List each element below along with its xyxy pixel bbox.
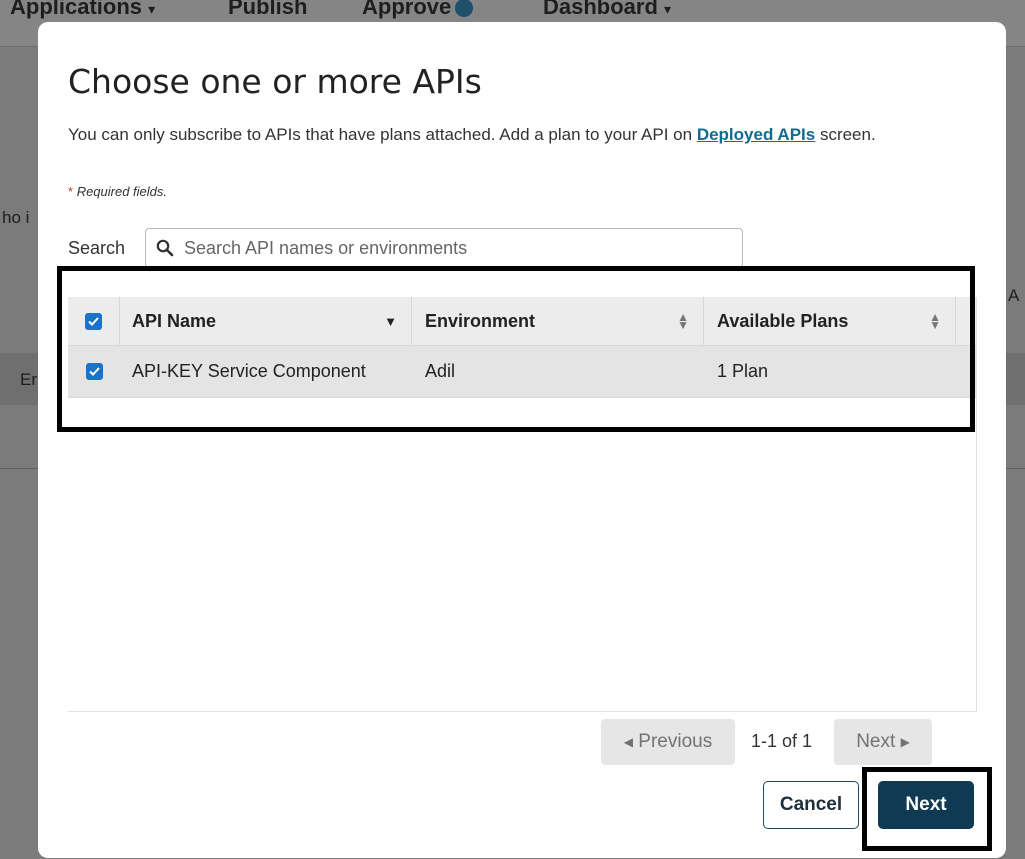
pagination-previous-button[interactable]: ◀ Previous bbox=[601, 719, 735, 765]
dialog-title: Choose one or more APIs bbox=[68, 62, 482, 101]
nav-publish[interactable]: Publish bbox=[228, 0, 307, 20]
cell-api-name: API-KEY Service Component bbox=[132, 361, 366, 381]
nav-applications[interactable]: Applications ▾ bbox=[10, 0, 155, 20]
pagination-next-button[interactable]: Next ▶ bbox=[834, 719, 932, 765]
next-button[interactable]: Next bbox=[878, 781, 974, 829]
background-text-fragment: A bbox=[1008, 286, 1020, 305]
sort-icon: ▲ ▼ bbox=[677, 310, 689, 332]
required-fields-note: * Required fields. bbox=[68, 184, 168, 199]
search-label: Search bbox=[68, 238, 126, 258]
triangle-right-icon: ▶ bbox=[900, 735, 910, 749]
background-text-fragment: ho i bbox=[2, 208, 30, 227]
cell-environment: Adil bbox=[425, 361, 456, 381]
table-row[interactable]: API-KEY Service Component Adil 1 Plan bbox=[68, 346, 976, 398]
cancel-button[interactable]: Cancel bbox=[763, 781, 859, 829]
checkmark-icon bbox=[88, 316, 99, 326]
api-table: API Name ▼ Environment ▲ ▼ Available Plan… bbox=[68, 297, 977, 712]
nav-dashboard[interactable]: Dashboard ▾ bbox=[543, 0, 671, 20]
checkmark-icon bbox=[88, 367, 100, 376]
choose-apis-dialog: Choose one or more APIs You can only sub… bbox=[38, 22, 1006, 858]
column-header-api-name[interactable]: API Name ▼ bbox=[120, 297, 412, 345]
column-header-available-plans[interactable]: Available Plans ▲ ▼ bbox=[704, 297, 956, 345]
required-star: * bbox=[68, 184, 74, 199]
table-header: API Name ▼ Environment ▲ ▼ Available Plan… bbox=[68, 297, 976, 346]
chevron-down-icon: ▾ bbox=[148, 1, 156, 17]
search-field[interactable] bbox=[145, 228, 743, 268]
cell-available-plans: 1 Plan bbox=[717, 361, 769, 381]
background-text-fragment: Er bbox=[20, 370, 37, 389]
deployed-apis-link[interactable]: Deployed APIs bbox=[697, 125, 815, 144]
sort-icon: ▲ ▼ bbox=[929, 310, 941, 332]
row-select-cell bbox=[68, 346, 120, 397]
column-header-environment[interactable]: Environment ▲ ▼ bbox=[412, 297, 704, 345]
dialog-description: You can only subscribe to APIs that have… bbox=[68, 125, 876, 144]
approve-count-badge bbox=[455, 0, 474, 18]
search-icon bbox=[156, 239, 174, 257]
chevron-down-icon: ▾ bbox=[664, 1, 672, 17]
select-all-checkbox[interactable] bbox=[85, 312, 102, 330]
sort-descending-icon: ▼ bbox=[384, 313, 397, 329]
pagination-info: 1-1 of 1 bbox=[751, 731, 813, 751]
search-input[interactable] bbox=[182, 236, 742, 260]
nav-approve[interactable]: Approve bbox=[362, 0, 474, 20]
row-checkbox[interactable] bbox=[85, 363, 103, 380]
triangle-left-icon: ◀ bbox=[623, 735, 634, 749]
select-all-cell bbox=[68, 297, 120, 345]
